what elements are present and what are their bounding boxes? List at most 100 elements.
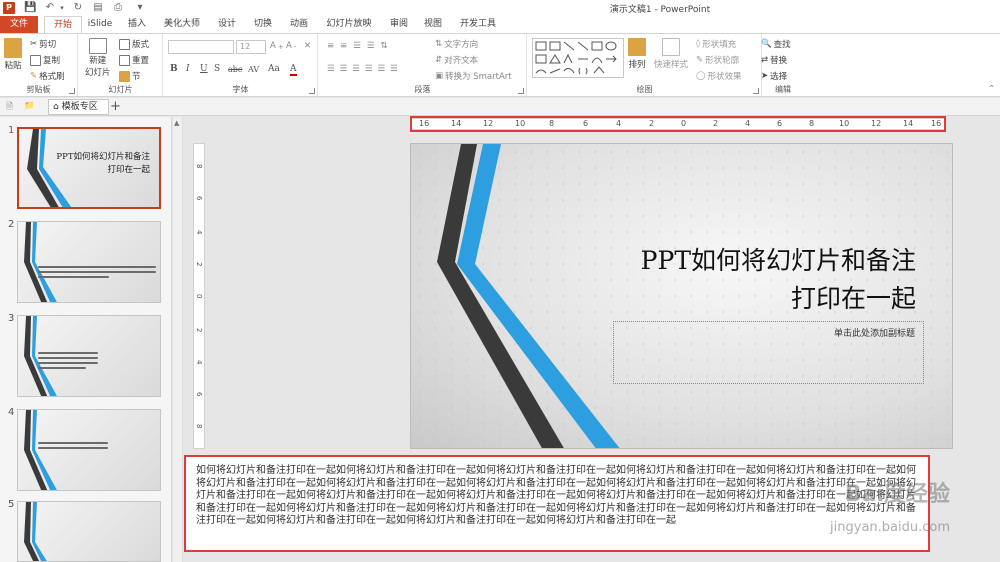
- new-slide-button[interactable]: 新建 幻灯片: [85, 38, 111, 78]
- section-button[interactable]: 节: [119, 70, 141, 82]
- slide-thumbnail-3[interactable]: [17, 315, 161, 397]
- tab-insert[interactable]: 插入: [122, 16, 152, 33]
- thumbnail-text-lines: [38, 442, 108, 452]
- shape-outline-label: 形状轮廓: [705, 56, 740, 66]
- tab-islide[interactable]: iSlide: [86, 16, 114, 33]
- slide-thumbnail-1[interactable]: PPT如何将幻灯片和备注打印在一起: [17, 127, 161, 209]
- clipboard-group-label: 剪贴板: [26, 85, 51, 94]
- clear-format-icon[interactable]: ✕: [304, 41, 311, 51]
- collapse-ribbon-icon[interactable]: ⌃: [988, 84, 995, 94]
- tab-file[interactable]: 文件: [0, 16, 38, 33]
- text-direction-button[interactable]: ⇅ 文字方向: [435, 38, 478, 50]
- text-direction-icon: ⇅: [435, 39, 443, 49]
- slide-thumbnail-5[interactable]: [17, 501, 161, 562]
- shrink-font-icon[interactable]: A-: [286, 41, 296, 51]
- paragraph-group-label: 段落: [414, 85, 431, 94]
- thumbnail-stripes: [24, 222, 57, 302]
- italic-button[interactable]: I: [186, 64, 190, 74]
- layout-button[interactable]: 版式: [119, 38, 149, 50]
- shadow-button[interactable]: S: [214, 64, 220, 74]
- slide-title[interactable]: PPT如何将幻灯片和备注 打印在一起: [516, 242, 916, 318]
- align-buttons[interactable]: ☰☰☰☰☰☰: [327, 64, 403, 74]
- replace-button[interactable]: ⇄ 替换: [761, 54, 787, 66]
- font-color-button[interactable]: A: [290, 64, 297, 76]
- clipboard-launcher-icon[interactable]: [69, 88, 75, 94]
- ruler-label: 6: [195, 196, 203, 201]
- window-title: 演示文稿1 - PowerPoint: [609, 5, 711, 15]
- slide-thumbnail-2[interactable]: [17, 221, 161, 303]
- undo-dropdown-icon[interactable]: ▾: [58, 2, 66, 14]
- tab-transitions[interactable]: 切换: [248, 16, 278, 33]
- underline-button[interactable]: U: [200, 64, 208, 74]
- group-font: 12 A + A- ✕ B I U S abc AV Aa A 字体: [164, 34, 318, 96]
- tab-design[interactable]: 设计: [212, 16, 242, 33]
- vertical-ruler: 8 6 4 2 0 2 4 6 8: [193, 143, 205, 449]
- drawing-launcher-icon[interactable]: [753, 88, 759, 94]
- tab-review[interactable]: 审阅: [384, 16, 414, 33]
- shapes-gallery[interactable]: [532, 38, 624, 78]
- paste-button[interactable]: 粘贴: [4, 38, 22, 71]
- watermark-text: Bai度经验: [844, 482, 950, 507]
- tab-slideshow[interactable]: 幻灯片放映: [324, 16, 374, 33]
- save-icon[interactable]: 💾: [24, 2, 36, 14]
- shape-effects-label: 形状效果: [707, 72, 742, 82]
- start-from-beginning-icon[interactable]: ▤: [92, 2, 104, 14]
- thumbnails-scrollbar[interactable]: ▲: [173, 117, 183, 562]
- tab-animations[interactable]: 动画: [284, 16, 314, 33]
- find-button[interactable]: 🔍 查找: [761, 38, 791, 50]
- replace-label: 替换: [770, 56, 788, 66]
- group-slides: 新建 幻灯片 版式 重置 节 幻灯片: [79, 34, 163, 96]
- new-file-icon[interactable]: 🗎: [6, 101, 13, 115]
- font-launcher-icon[interactable]: [309, 88, 315, 94]
- tab-view[interactable]: 视图: [418, 16, 448, 33]
- redo-icon[interactable]: ↻: [72, 2, 84, 14]
- strikethrough-button[interactable]: abc: [228, 65, 242, 74]
- slide-thumbnail-4[interactable]: [17, 409, 161, 491]
- tab-home[interactable]: 开始: [44, 16, 82, 33]
- undo-icon[interactable]: ↶: [44, 2, 56, 14]
- smartart-button[interactable]: ▣ 转换为 SmartArt: [435, 70, 512, 82]
- list-buttons[interactable]: ≡≡☰☰⇅: [327, 41, 394, 51]
- reset-icon: [119, 54, 130, 66]
- slide-canvas[interactable]: PPT如何将幻灯片和备注 打印在一起 单击此处添加副标题: [410, 143, 953, 449]
- template-zone-tab[interactable]: ⌂ 模板专区: [48, 99, 109, 115]
- bold-button[interactable]: B: [170, 64, 178, 74]
- folder-icon[interactable]: 📁: [24, 101, 35, 111]
- group-drawing: 排列 快速样式 ◊ 形状填充 ✎ 形状轮廓 ◯ 形状效果 绘图: [528, 34, 762, 96]
- customize-qat-icon[interactable]: ▾: [134, 2, 146, 14]
- shape-outline-button[interactable]: ✎ 形状轮廓: [696, 54, 739, 66]
- reset-button[interactable]: 重置: [119, 54, 149, 66]
- paragraph-launcher-icon[interactable]: [518, 88, 524, 94]
- watermark-url: jingyan.baidu.com: [830, 520, 950, 535]
- quick-styles-button[interactable]: 快速样式: [654, 38, 688, 70]
- arrange-button[interactable]: 排列: [628, 38, 646, 70]
- thumbnail-text-lines: [38, 266, 156, 281]
- copy-button[interactable]: 复制: [30, 54, 60, 66]
- copy-label: 复制: [43, 56, 61, 66]
- subtitle-placeholder[interactable]: 单击此处添加副标题: [613, 321, 924, 384]
- shape-fill-button[interactable]: ◊ 形状填充: [696, 38, 736, 50]
- shape-fill-label: 形状填充: [702, 40, 737, 50]
- font-size-combo[interactable]: 12: [236, 40, 266, 54]
- tab-beautify[interactable]: 美化大师: [160, 16, 204, 33]
- ruler-label: 2: [195, 328, 203, 333]
- char-spacing-button[interactable]: AV: [248, 65, 259, 74]
- select-button[interactable]: ➤ 选择: [761, 70, 787, 82]
- shape-effects-button[interactable]: ◯ 形状效果: [696, 70, 742, 82]
- cut-button[interactable]: ✂ 剪切: [30, 38, 56, 50]
- print-preview-icon[interactable]: ⎙: [112, 2, 124, 14]
- change-case-button[interactable]: Aa: [268, 64, 280, 74]
- ruler-label: 2: [195, 262, 203, 267]
- align-text-button[interactable]: ⇵ 对齐文本: [435, 54, 478, 66]
- add-tab-icon[interactable]: +: [110, 99, 121, 114]
- grow-font-icon[interactable]: A +: [270, 41, 284, 51]
- scroll-up-icon[interactable]: ▲: [174, 119, 179, 127]
- font-group-label: 字体: [232, 85, 249, 94]
- section-icon: [119, 70, 130, 82]
- format-painter-button[interactable]: ✎ 格式刷: [30, 70, 65, 82]
- slide-number: 4: [8, 407, 15, 418]
- paste-icon: [4, 38, 22, 58]
- tab-developer[interactable]: 开发工具: [456, 16, 500, 33]
- font-name-combo[interactable]: [168, 40, 234, 54]
- ruler-label: 0: [195, 294, 203, 299]
